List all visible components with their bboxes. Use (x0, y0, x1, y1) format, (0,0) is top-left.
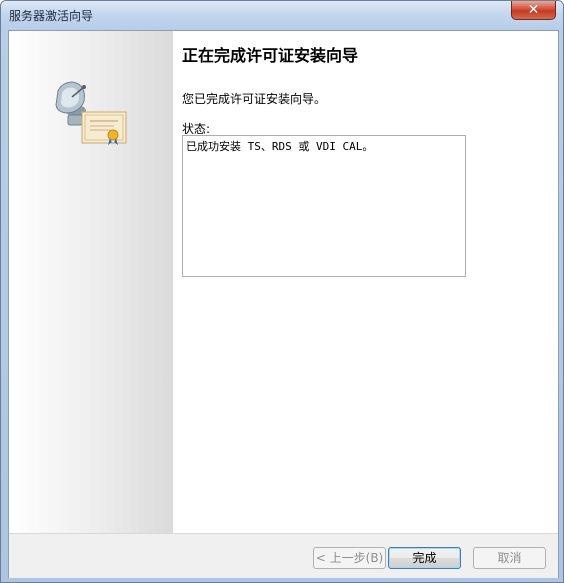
satellite-certificate-icon (55, 81, 127, 145)
title-bar[interactable]: 服务器激活向导 ✕ (1, 1, 563, 31)
wizard-client-area: 正在完成许可证安装向导 您已完成许可证安装向导。 状态: 已成功安装 TS、RD… (8, 30, 559, 578)
wizard-window: 服务器激活向导 ✕ 正在完成许可证安装向导 您已完成许可证安装向导。 状态: 已… (0, 0, 564, 583)
close-icon: ✕ (527, 2, 540, 18)
status-text: 已成功安装 TS、RDS 或 VDI CAL。 (186, 140, 374, 153)
wizard-content: 正在完成许可证安装向导 您已完成许可证安装向导。 状态: 已成功安装 TS、RD… (182, 31, 552, 531)
page-title: 正在完成许可证安装向导 (182, 46, 359, 65)
status-textbox[interactable]: 已成功安装 TS、RDS 或 VDI CAL。 (182, 135, 466, 277)
wizard-button-bar: < 上一步(B) 完成 取消 (9, 533, 558, 578)
window-title: 服务器激活向导 (9, 9, 94, 23)
wizard-side-panel (9, 31, 173, 533)
completion-message: 您已完成许可证安装向导。 (182, 92, 327, 106)
finish-button[interactable]: 完成 (388, 547, 461, 569)
cancel-button[interactable]: 取消 (473, 547, 546, 569)
close-button[interactable]: ✕ (511, 1, 556, 20)
back-button[interactable]: < 上一步(B) (313, 547, 386, 569)
